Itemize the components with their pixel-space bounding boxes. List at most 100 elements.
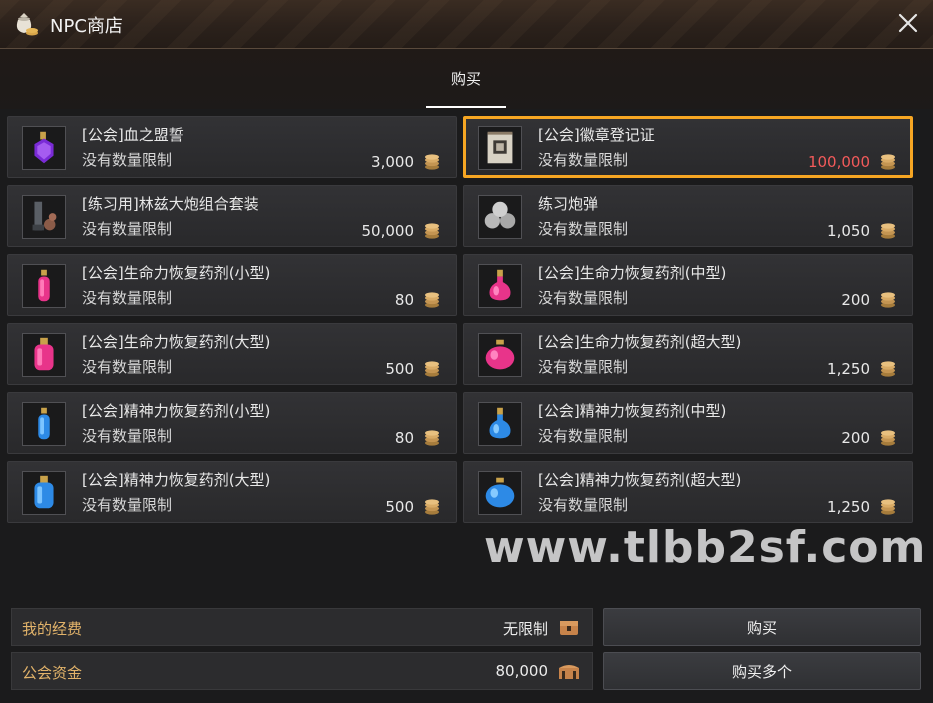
item-thumbnail	[478, 333, 522, 377]
item-thumbnail	[478, 126, 522, 170]
guild-funds-value: 80,000	[495, 662, 549, 680]
pink-potion-medium-icon	[489, 269, 511, 301]
shop-item[interactable]: 练习炮弹 没有数量限制 1,050	[463, 185, 913, 247]
shop-item[interactable]: [公会]精神力恢复药剂(中型) 没有数量限制 200	[463, 392, 913, 454]
coin-stack-icon	[425, 292, 439, 308]
coin-stack-icon	[425, 430, 439, 446]
item-thumbnail	[478, 195, 522, 239]
guild-funds-row: 公会资金 80,000	[11, 652, 593, 690]
purple-potion-icon	[34, 131, 54, 164]
tab-active-indicator	[426, 106, 506, 108]
item-thumbnail	[22, 402, 66, 446]
coin-stack-icon	[881, 223, 895, 239]
blue-potion-small-icon	[38, 407, 50, 440]
item-thumbnail	[22, 126, 66, 170]
item-price: 3,000	[371, 153, 414, 171]
tab-buy[interactable]: 购买	[426, 49, 506, 107]
watermark: www.tlbb2sf.com	[484, 522, 927, 573]
coin-stack-icon	[425, 361, 439, 377]
item-price: 80	[394, 429, 414, 447]
item-name: 练习炮弹	[538, 195, 599, 213]
coin-stack-icon	[425, 154, 439, 170]
coin-stack-icon	[881, 430, 895, 446]
coin-stack-icon	[881, 361, 895, 377]
coin-stack-icon	[881, 154, 895, 170]
shop-item-selected[interactable]: [公会]徽章登记证 没有数量限制 100,000	[463, 116, 913, 178]
item-name: [公会]精神力恢复药剂(小型)	[82, 402, 271, 420]
item-price: 500	[385, 360, 414, 378]
item-name: [公会]生命力恢复药剂(超大型)	[538, 333, 742, 351]
my-funds-label: 我的经费	[22, 620, 83, 638]
item-limit: 没有数量限制	[82, 496, 173, 514]
tab-bar: 购买	[0, 49, 933, 109]
buy-button[interactable]: 购买	[603, 608, 921, 646]
item-thumbnail	[22, 195, 66, 239]
certificate-scroll-icon	[487, 131, 513, 164]
item-limit: 没有数量限制	[82, 358, 173, 376]
item-price: 1,050	[827, 222, 870, 240]
item-price: 200	[841, 429, 870, 447]
item-limit: 没有数量限制	[538, 151, 629, 169]
item-name: [练习用]林兹大炮组合套装	[82, 195, 259, 213]
shop-item[interactable]: [公会]生命力恢复药剂(小型) 没有数量限制 80	[7, 254, 457, 316]
item-name: [公会]生命力恢复药剂(中型)	[538, 264, 727, 282]
money-bag-icon	[16, 13, 38, 36]
shop-item[interactable]: [公会]精神力恢复药剂(大型) 没有数量限制 500	[7, 461, 457, 523]
my-funds-value: 无限制	[502, 620, 548, 638]
item-limit: 没有数量限制	[82, 427, 173, 445]
item-thumbnail	[478, 264, 522, 308]
item-limit: 没有数量限制	[538, 358, 629, 376]
item-name: [公会]生命力恢复药剂(大型)	[82, 333, 271, 351]
item-price: 1,250	[827, 360, 870, 378]
coin-stack-icon	[881, 499, 895, 515]
shop-item[interactable]: [公会]生命力恢复药剂(超大型) 没有数量限制 1,250	[463, 323, 913, 385]
item-name: [公会]精神力恢复药剂(大型)	[82, 471, 271, 489]
guild-chest-icon	[559, 665, 579, 679]
item-price: 200	[841, 291, 870, 309]
blue-potion-xl-icon	[485, 477, 515, 508]
treasure-chest-icon	[560, 621, 578, 635]
shop-item[interactable]: [公会]生命力恢复药剂(中型) 没有数量限制 200	[463, 254, 913, 316]
item-price: 100,000	[807, 153, 870, 171]
close-icon[interactable]	[895, 10, 921, 36]
item-price: 80	[394, 291, 414, 309]
pink-potion-small-icon	[38, 269, 50, 302]
cannon-set-icon	[32, 201, 57, 231]
item-thumbnail	[22, 264, 66, 308]
my-funds-row: 我的经费 无限制	[11, 608, 593, 646]
item-price: 50,000	[361, 222, 415, 240]
item-thumbnail	[22, 333, 66, 377]
item-price: 1,250	[827, 498, 870, 516]
item-limit: 没有数量限制	[538, 220, 629, 238]
coin-stack-icon	[425, 223, 439, 239]
item-limit: 没有数量限制	[538, 427, 629, 445]
blue-potion-large-icon	[34, 475, 54, 509]
coin-stack-icon	[425, 499, 439, 515]
item-limit: 没有数量限制	[82, 220, 173, 238]
item-limit: 没有数量限制	[82, 151, 173, 169]
item-name: [公会]生命力恢复药剂(小型)	[82, 264, 271, 282]
item-thumbnail	[478, 402, 522, 446]
item-limit: 没有数量限制	[82, 289, 173, 307]
coin-stack-icon	[881, 292, 895, 308]
shop-item[interactable]: [公会]生命力恢复药剂(大型) 没有数量限制 500	[7, 323, 457, 385]
title-bar: NPC商店	[0, 0, 933, 49]
item-name: [公会]精神力恢复药剂(中型)	[538, 402, 727, 420]
item-name: [公会]血之盟誓	[82, 126, 184, 144]
shop-item[interactable]: [练习用]林兹大炮组合套装 没有数量限制 50,000	[7, 185, 457, 247]
shop-item[interactable]: [公会]精神力恢复药剂(超大型) 没有数量限制 1,250	[463, 461, 913, 523]
item-thumbnail	[22, 471, 66, 515]
item-limit: 没有数量限制	[538, 496, 629, 514]
shop-item[interactable]: [公会]血之盟誓 没有数量限制 3,000	[7, 116, 457, 178]
guild-funds-label: 公会资金	[22, 664, 83, 682]
buy-multiple-button[interactable]: 购买多个	[603, 652, 921, 690]
item-name: [公会]徽章登记证	[538, 126, 655, 144]
pink-potion-large-icon	[34, 337, 54, 371]
pink-potion-xl-icon	[485, 339, 515, 370]
window-title: NPC商店	[50, 16, 123, 37]
shop-item[interactable]: [公会]精神力恢复药剂(小型) 没有数量限制 80	[7, 392, 457, 454]
item-name: [公会]精神力恢复药剂(超大型)	[538, 471, 742, 489]
title-bar-decoration	[0, 0, 933, 48]
item-thumbnail	[478, 471, 522, 515]
item-limit: 没有数量限制	[538, 289, 629, 307]
